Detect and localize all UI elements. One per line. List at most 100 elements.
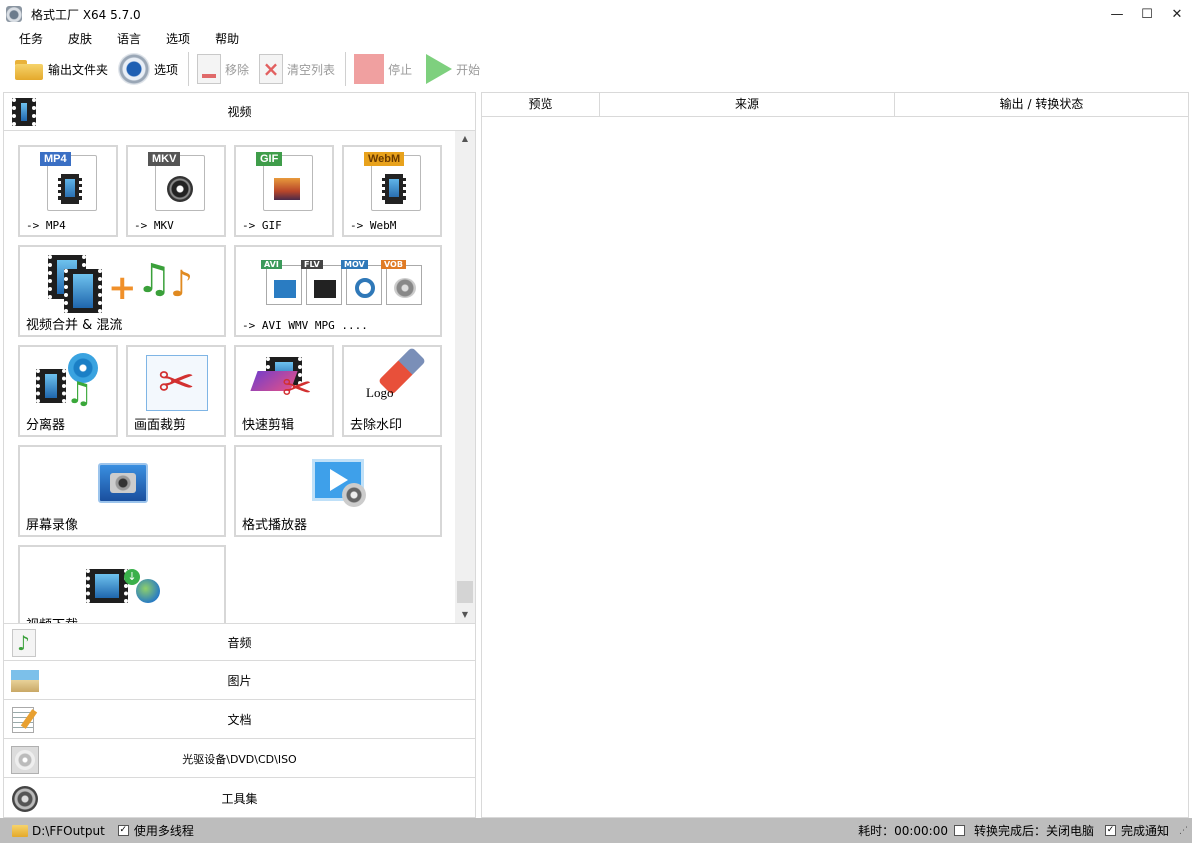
scroll-down-arrow-icon[interactable]: ▼ [455, 607, 475, 623]
tile-to-mkv[interactable]: MKV -> MKV [126, 145, 226, 237]
remove-button[interactable]: 移除 [197, 51, 249, 87]
category-video[interactable]: 视频 [4, 93, 475, 131]
column-source[interactable]: 来源 [600, 93, 895, 117]
tile-to-other-formats-label: -> AVI WMV MPG .... [242, 319, 368, 332]
document-icon [10, 705, 38, 735]
tile-quick-cut[interactable]: ✂ 快速剪辑 [234, 345, 334, 437]
category-tools-label: 工具集 [221, 791, 258, 806]
start-button[interactable]: 开始 [422, 51, 480, 87]
tile-screen-record[interactable]: 屏幕录像 [18, 445, 226, 537]
column-output-status[interactable]: 输出 / 转换状态 [895, 93, 1188, 117]
mkv-tag: MKV [148, 152, 181, 166]
audio-note-icon: ♪ [10, 628, 38, 658]
mp4-file-icon: MP4 [40, 152, 97, 211]
stop-button[interactable]: 停止 [354, 51, 412, 87]
tile-to-mp4[interactable]: MP4 -> MP4 [18, 145, 118, 237]
scrollbar-thumb[interactable] [457, 581, 473, 603]
tile-video-merge-label: 视频合并 & 混流 [26, 318, 123, 333]
minimize-button[interactable]: — [1102, 0, 1132, 28]
webm-file-icon: WebM [364, 152, 421, 211]
output-path[interactable]: D:\FFOutput [32, 824, 105, 838]
clear-list-icon: × [259, 54, 284, 84]
category-optical[interactable]: 光驱设备\DVD\CD\ISO [4, 740, 475, 778]
menu-options[interactable]: 选项 [159, 30, 197, 47]
play-icon [426, 54, 453, 84]
category-tools[interactable]: 工具集 [4, 779, 475, 817]
window-controls: — ☐ ✕ [1102, 0, 1192, 28]
category-panel: 视频 MP4 -> MP4 MKV -> MKV GIF -> GIF WebM… [3, 92, 476, 818]
category-image[interactable]: 图片 [4, 662, 475, 700]
menu-language[interactable]: 语言 [110, 30, 148, 47]
gif-tag: GIF [256, 152, 283, 166]
app-icon [6, 6, 22, 22]
tile-to-mkv-label: -> MKV [134, 219, 174, 232]
tile-video-merge[interactable]: + ♫ ♪ 视频合并 & 混流 [18, 245, 226, 337]
watermark-logo-text: Logo [366, 385, 394, 400]
toolbar-separator [188, 52, 190, 86]
start-label: 开始 [456, 62, 481, 77]
tile-crop[interactable]: ✂ 画面裁剪 [126, 345, 226, 437]
options-button[interactable]: 选项 [118, 51, 178, 87]
tile-format-player[interactable]: 格式播放器 [234, 445, 442, 537]
video-film-icon [10, 97, 38, 127]
maximize-button[interactable]: ☐ [1132, 0, 1162, 28]
category-optical-label: 光驱设备\DVD\CD\ISO [182, 752, 297, 766]
clear-list-label: 清空列表 [287, 62, 336, 77]
mp4-tag: MP4 [40, 152, 71, 166]
tile-to-webm[interactable]: WebM -> WebM [342, 145, 442, 237]
tile-splitter[interactable]: ♫ 分离器 [18, 345, 118, 437]
menu-skin[interactable]: 皮肤 [61, 30, 99, 47]
shutdown-checkbox[interactable] [953, 825, 965, 836]
remove-icon [197, 54, 222, 84]
tile-remove-watermark-label: 去除水印 [350, 418, 403, 433]
output-folder-button[interactable]: 输出文件夹 [14, 51, 108, 87]
notify-checkbox[interactable]: ✓ [1104, 825, 1116, 836]
stop-label: 停止 [388, 62, 413, 77]
column-preview[interactable]: 预览 [482, 93, 600, 117]
tile-to-other-formats[interactable]: AVI FLV MOV VOB -> AVI WMV MPG .... [234, 245, 442, 337]
options-label: 选项 [154, 62, 179, 77]
title-bar: 格式工厂 X64 5.7.0 — ☐ ✕ [0, 0, 1192, 28]
optical-disc-icon [10, 744, 39, 774]
tile-to-gif[interactable]: GIF -> GIF [234, 145, 334, 237]
tile-to-gif-label: -> GIF [242, 219, 282, 232]
clear-list-button[interactable]: × 清空列表 [259, 51, 335, 87]
tile-screen-record-label: 屏幕录像 [26, 518, 79, 533]
tile-to-mp4-label: -> MP4 [26, 219, 66, 232]
elapsed-time: 耗时：00:00:00 [858, 824, 948, 838]
category-document[interactable]: 文档 [4, 701, 475, 739]
menu-help[interactable]: 帮助 [208, 30, 246, 47]
toolbar: 输出文件夹 选项 移除 × 清空列表 停止 开始 [0, 48, 1192, 90]
tile-crop-label: 画面裁剪 [134, 418, 187, 433]
close-button[interactable]: ✕ [1162, 0, 1192, 28]
tile-to-webm-label: -> WebM [350, 219, 397, 232]
tile-splitter-label: 分离器 [26, 418, 66, 433]
folder-icon [14, 57, 44, 81]
toolbar-separator [345, 52, 347, 86]
tile-quick-cut-label: 快速剪辑 [242, 418, 295, 433]
remove-label: 移除 [225, 62, 250, 77]
tile-remove-watermark[interactable]: Logo 去除水印 [342, 345, 442, 437]
tile-video-download-label: 视频下载 [26, 614, 78, 623]
scroll-up-arrow-icon[interactable]: ▲ [455, 131, 475, 147]
video-scrollbar[interactable]: ▲ ▼ [455, 131, 475, 623]
output-folder-icon[interactable] [12, 824, 28, 837]
category-audio[interactable]: ♪ 音频 [4, 623, 475, 661]
category-audio-label: 音频 [227, 635, 252, 650]
options-icon [118, 53, 151, 85]
resize-grip-icon[interactable]: ⋰ [1179, 826, 1188, 836]
tile-format-player-label: 格式播放器 [242, 518, 308, 533]
mkv-file-icon: MKV [148, 152, 205, 211]
menu-task[interactable]: 任务 [12, 30, 50, 47]
category-document-label: 文档 [227, 713, 252, 727]
stop-icon [354, 54, 385, 84]
category-image-label: 图片 [227, 674, 252, 688]
task-list-header: 预览 来源 输出 / 转换状态 [482, 93, 1188, 117]
task-list[interactable]: 预览 来源 输出 / 转换状态 [481, 92, 1189, 818]
tile-video-download[interactable]: ↓ 视频下载 [18, 545, 226, 623]
multithread-label: 使用多线程 [133, 824, 194, 838]
menu-bar: 任务 皮肤 语言 选项 帮助 [0, 28, 1192, 48]
image-picture-icon [10, 666, 39, 696]
window-title: 格式工厂 X64 5.7.0 [31, 7, 141, 22]
multithread-checkbox[interactable]: ✓ [117, 825, 129, 836]
